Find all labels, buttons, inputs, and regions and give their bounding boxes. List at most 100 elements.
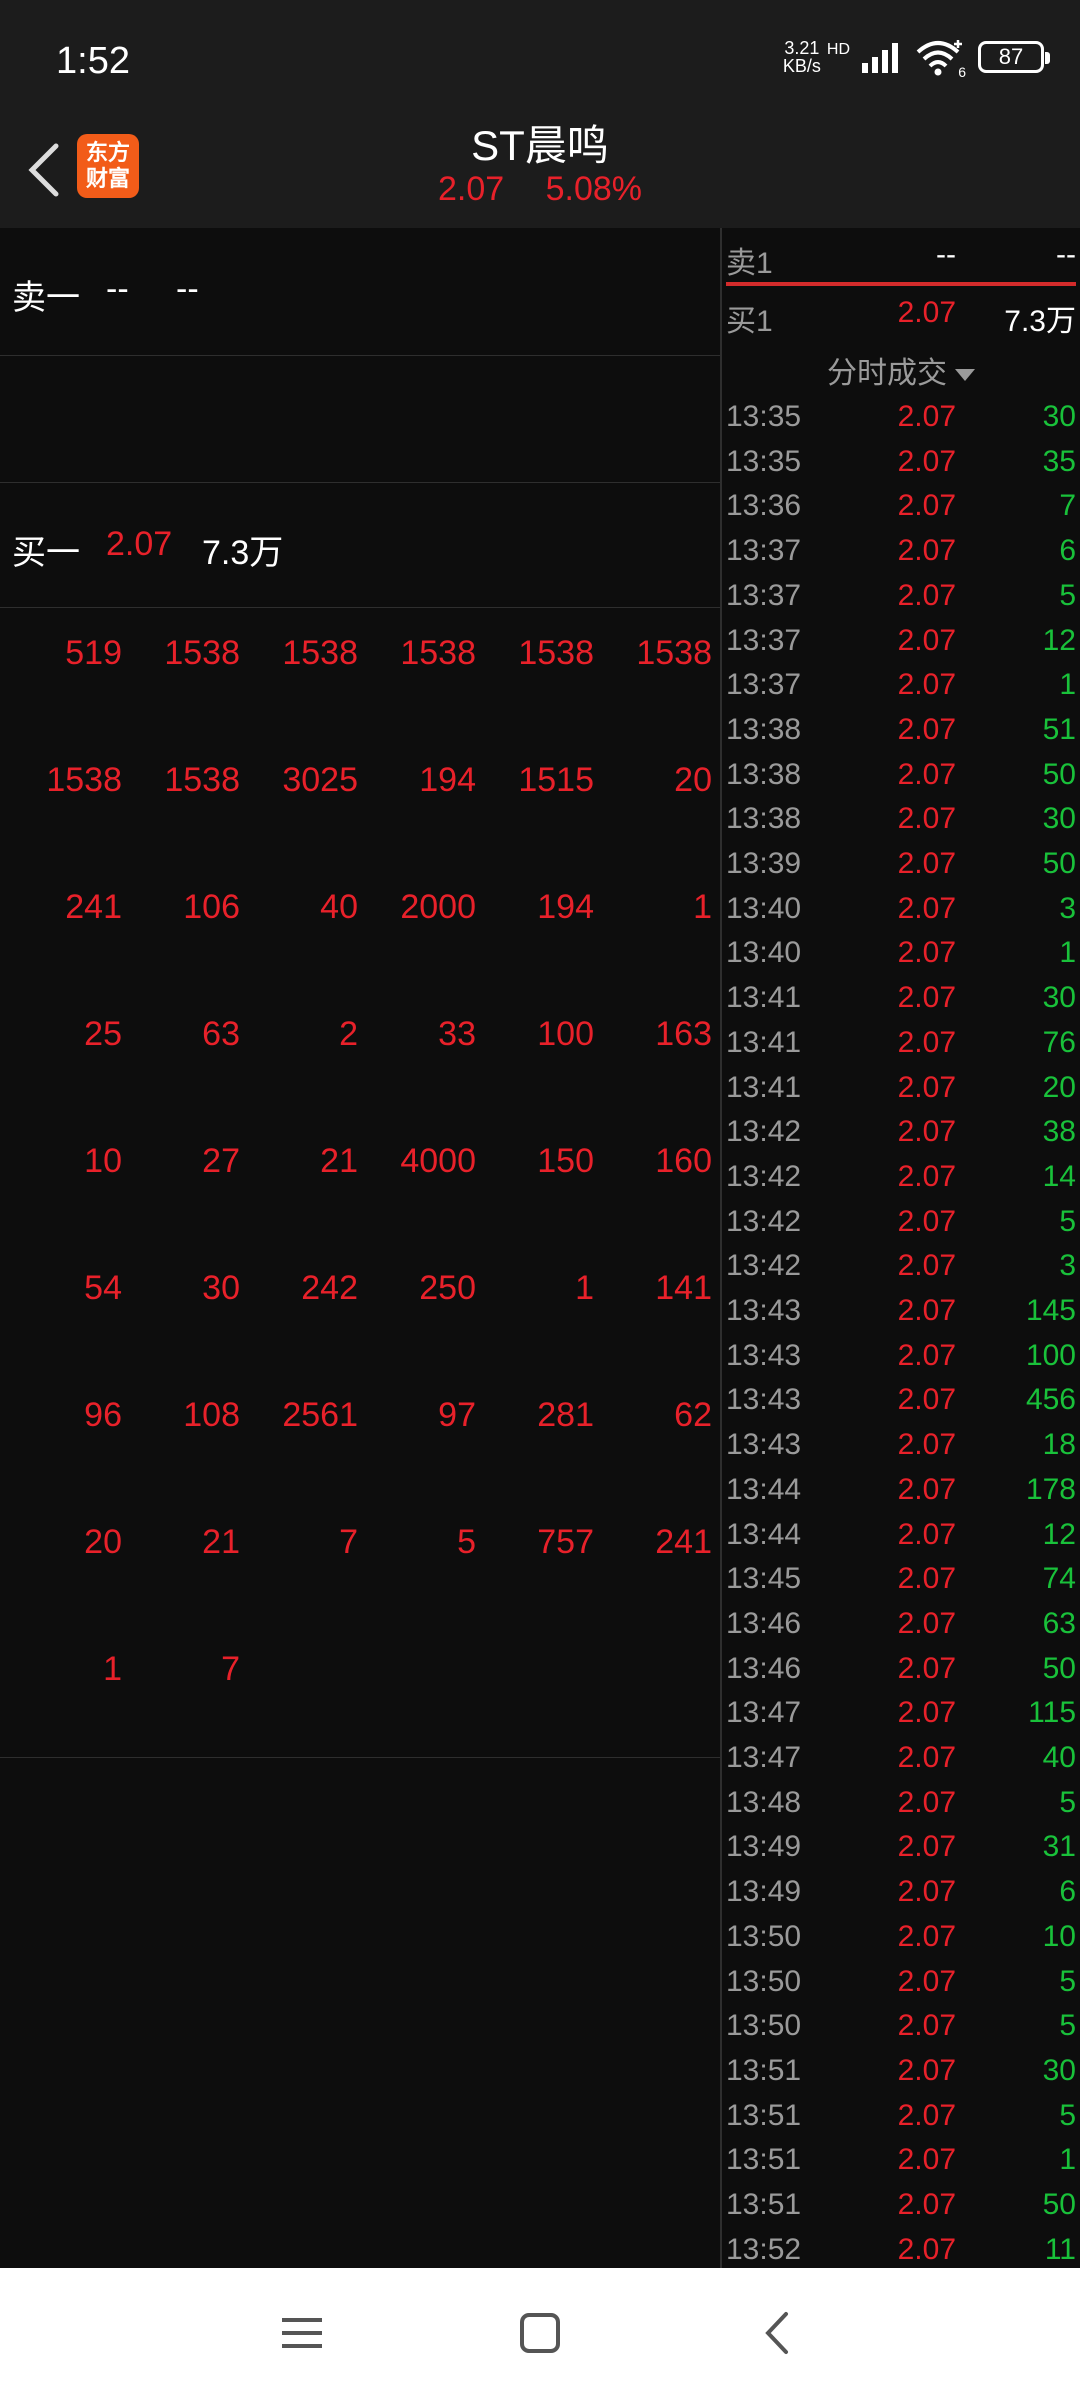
queue-order-volume: 7	[339, 1523, 358, 1561]
tick-price: 2.07	[897, 400, 956, 433]
queue-order-volume: 30	[202, 1269, 240, 1307]
app-header: ST晨鸣 2.07 5.08% 东方 财富	[0, 112, 1080, 228]
queue-order-volume: 40	[320, 888, 358, 926]
side-sell1-row: 卖1 -- --	[726, 238, 1076, 282]
tick-volume: 12	[1042, 623, 1076, 657]
tick-time: 13:51	[726, 2053, 802, 2087]
tick-price: 2.07	[897, 712, 956, 746]
tick-row: 13:41 2.07 30	[726, 981, 1076, 1025]
queue-order-volume: 1538	[164, 761, 240, 799]
tick-volume: 30	[1042, 400, 1076, 433]
tick-time: 13:38	[726, 712, 802, 746]
tick-volume: 31	[1042, 1830, 1076, 1864]
tick-row: 13:47 2.07 115	[726, 1696, 1076, 1740]
menu-icon[interactable]	[272, 2308, 332, 2358]
queue-order-volume: 1	[103, 1650, 122, 1688]
queue-order-volume: 194	[537, 888, 594, 926]
queue-order-volume: 100	[537, 1015, 594, 1053]
sell1-row[interactable]: 卖一 -- --	[0, 228, 720, 356]
tick-price: 2.07	[897, 981, 956, 1015]
queue-order-volume: 2000	[400, 888, 476, 926]
sell1-label: 卖一	[12, 279, 80, 317]
tick-price: 2.07	[897, 2053, 956, 2087]
queue-order-volume: 20	[674, 761, 712, 799]
tick-row: 13:42 2.07 3	[726, 1249, 1076, 1293]
queue-order-volume: 2	[339, 1015, 358, 1053]
queue-order-volume: 25	[84, 1015, 122, 1053]
back-chevron-icon[interactable]	[748, 2308, 808, 2358]
queue-order-volume: 2561	[282, 1396, 358, 1434]
tick-price: 2.07	[897, 1651, 956, 1685]
tick-volume: 456	[1025, 1383, 1076, 1417]
tick-row: 13:51 2.07 5	[726, 2099, 1076, 2143]
tick-row: 13:36 2.07 7	[726, 489, 1076, 533]
tick-price: 2.07	[897, 1562, 956, 1596]
queue-order-volume: 150	[537, 1142, 594, 1180]
tick-volume: 30	[1042, 981, 1076, 1015]
tick-row: 13:45 2.07 74	[726, 1562, 1076, 1606]
back-arrow-icon[interactable]	[22, 138, 64, 202]
tick-volume: 6	[1059, 534, 1076, 568]
tick-row: 13:35 2.07 35	[726, 445, 1076, 489]
tick-price: 2.07	[897, 444, 956, 478]
tick-row: 13:50 2.07 5	[726, 2009, 1076, 2053]
tick-row: 13:48 2.07 5	[726, 1786, 1076, 1830]
tick-time: 13:44	[726, 1472, 802, 1506]
tick-volume: 51	[1042, 712, 1076, 746]
queue-order-volume: 141	[655, 1269, 712, 1307]
tick-row: 13:44 2.07 178	[726, 1473, 1076, 1517]
tick-row: 13:37 2.07 6	[726, 534, 1076, 578]
dropdown-triangle-icon	[955, 369, 975, 382]
tick-price: 2.07	[897, 1606, 956, 1640]
queue-order-volume: 241	[65, 888, 122, 926]
tick-volume: 115	[1028, 1696, 1076, 1730]
logo-text-line2: 财富	[85, 166, 130, 191]
home-square-icon[interactable]	[510, 2308, 570, 2358]
empty-row	[0, 356, 720, 483]
queue-order-volume: 97	[438, 1396, 476, 1434]
tick-time: 13:42	[726, 1115, 802, 1149]
tick-volume: 30	[1042, 802, 1076, 836]
tick-volume: 6	[1059, 1875, 1076, 1909]
eastmoney-logo[interactable]: 东方 财富	[77, 134, 139, 198]
status-bar: 1:52 3.21 KB/s HD 6 87	[0, 0, 1080, 112]
tick-row: 13:37 2.07 5	[726, 579, 1076, 623]
buy1-row[interactable]: 买一 2.07 7.3万	[0, 483, 720, 608]
bid-ask-divider	[726, 282, 1076, 286]
tick-type-dropdown[interactable]: 分时成交	[722, 348, 1080, 392]
side-buy1-volume: 7.3万	[1004, 305, 1076, 338]
queue-order-volume: 10	[84, 1142, 122, 1180]
queue-order-volume: 1538	[46, 761, 122, 799]
status-time: 1:52	[56, 40, 130, 82]
tick-row: 13:44 2.07 12	[726, 1518, 1076, 1562]
tick-volume: 35	[1042, 444, 1076, 478]
tick-time: 13:41	[726, 1025, 802, 1059]
tick-price: 2.07	[897, 1428, 956, 1462]
tick-row: 13:41 2.07 76	[726, 1026, 1076, 1070]
tick-volume: 40	[1042, 1741, 1076, 1774]
tick-price: 2.07	[897, 489, 956, 523]
tick-volume: 3	[1059, 1249, 1076, 1283]
signal-icon	[862, 43, 898, 73]
queue-order-volume: 20	[84, 1523, 122, 1561]
buy1-queue-grid: 519 1538 1538 1538 1538 1538 1538 1538 3025 194 15…	[0, 608, 720, 1758]
tick-row: 13:49 2.07 31	[726, 1830, 1076, 1874]
tick-time: 13:37	[726, 623, 802, 657]
tick-row: 13:50 2.07 10	[726, 1920, 1076, 1964]
tick-price: 2.07	[897, 847, 956, 880]
tick-volume: 14	[1042, 1159, 1076, 1193]
tick-price: 2.07	[897, 2232, 956, 2266]
tick-time: 13:43	[726, 1294, 802, 1327]
tick-row: 13:42 2.07 14	[726, 1160, 1076, 1204]
tick-row: 13:42 2.07 38	[726, 1115, 1076, 1159]
stock-price: 2.07	[437, 170, 505, 208]
queue-order-volume: 5	[457, 1523, 476, 1561]
queue-order-volume: 1515	[518, 761, 594, 799]
tick-volume: 1	[1059, 936, 1076, 970]
tick-time: 13:44	[726, 1517, 802, 1551]
queue-order-volume: 4000	[400, 1142, 476, 1180]
queue-order-volume: 250	[419, 1269, 476, 1307]
tick-row: 13:38 2.07 50	[726, 758, 1076, 802]
tick-row: 13:39 2.07 50	[726, 847, 1076, 891]
tick-time: 13:39	[726, 847, 802, 880]
